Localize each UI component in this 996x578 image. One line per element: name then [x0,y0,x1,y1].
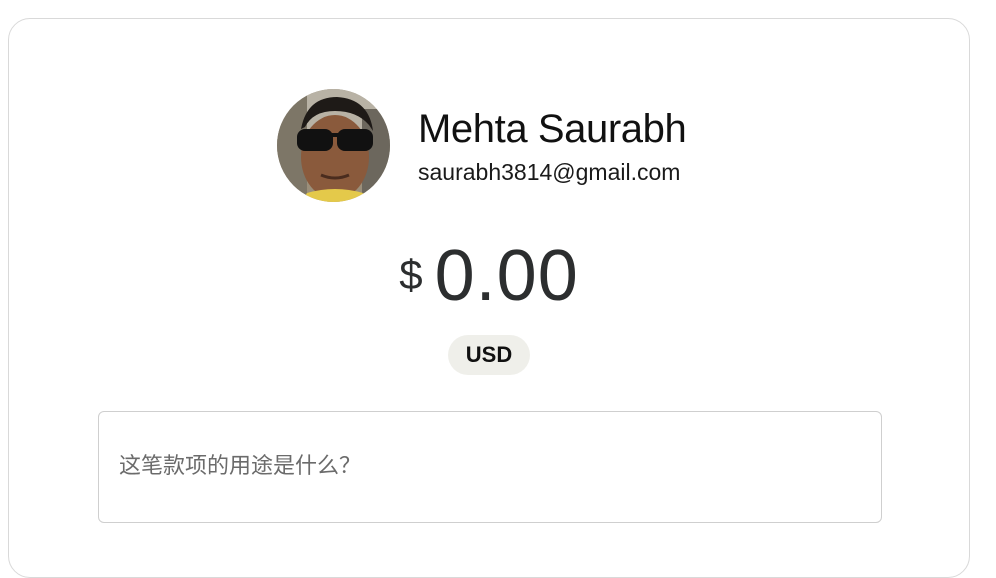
user-photo-icon [277,89,390,202]
send-money-card: Mehta Saurabh saurabh3814@gmail.com $ 0.… [8,18,970,578]
recipient-email: saurabh3814@gmail.com [418,158,681,185]
recipient-name: Mehta Saurabh [418,106,687,151]
amount-display[interactable]: $ 0.00 [9,237,969,315]
currency-selector-wrap: USD [9,335,969,375]
currency-symbol: $ [399,251,423,298]
avatar [277,89,390,202]
currency-selector[interactable]: USD [447,335,531,375]
recipient-identity: Mehta Saurabh saurabh3814@gmail.com [418,106,687,186]
note-placeholder: 这笔款项的用途是什么？ [119,454,362,479]
recipient-profile: Mehta Saurabh saurabh3814@gmail.com [277,89,687,202]
note-input[interactable]: 这笔款项的用途是什么？ [98,411,882,523]
amount-input[interactable]: 0.00 [435,237,579,315]
